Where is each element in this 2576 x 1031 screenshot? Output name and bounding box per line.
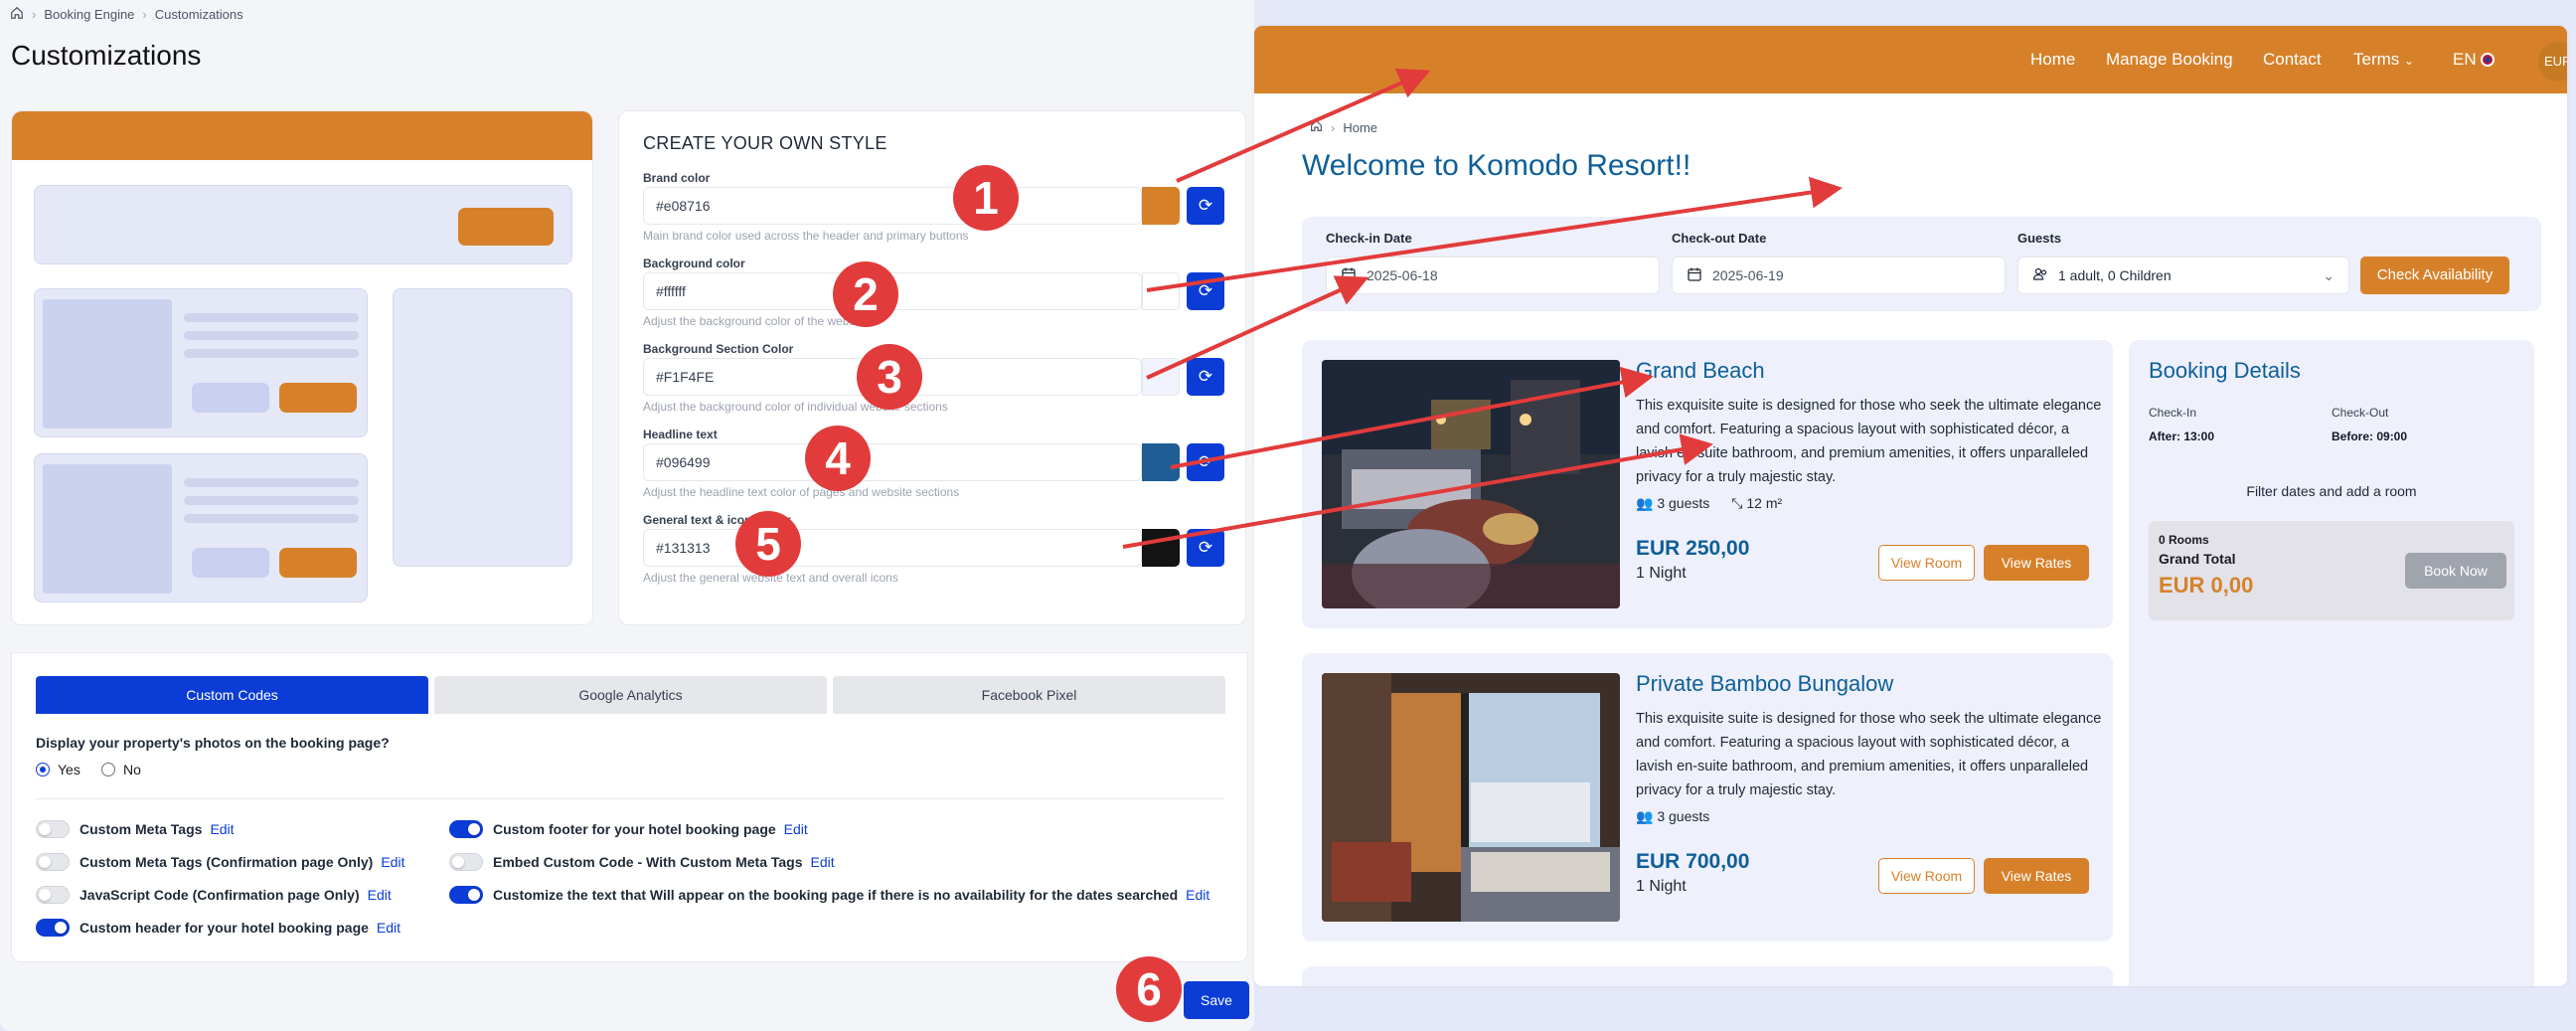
annotation-arrows bbox=[1122, 68, 1843, 549]
annotation-5: 5 bbox=[735, 511, 801, 577]
annotation-2: 2 bbox=[833, 261, 898, 327]
annotation-6: 6 bbox=[1116, 956, 1182, 1022]
annotation-1: 1 bbox=[953, 165, 1019, 231]
annotation-3: 3 bbox=[857, 344, 922, 410]
annotation-4: 4 bbox=[805, 426, 871, 491]
